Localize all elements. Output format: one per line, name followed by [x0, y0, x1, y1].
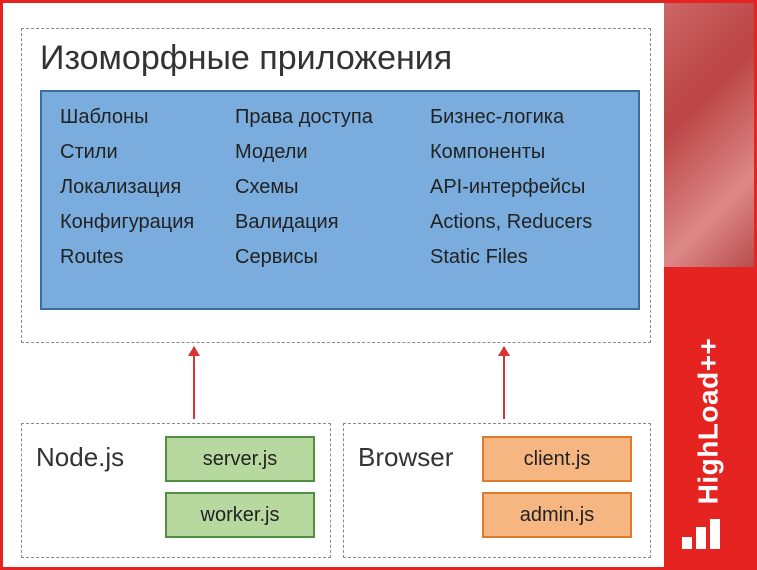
browser-files: client.js admin.js [482, 436, 632, 538]
brand-bars-icon [682, 519, 732, 549]
shared-code-panel: Шаблоны Права доступа Бизнес-логика Стил… [40, 90, 640, 310]
slide-frame: HighLoad++ Изоморфные приложения Шаблоны… [0, 0, 757, 570]
shared-item: Routes [60, 246, 235, 269]
shared-grid: Шаблоны Права доступа Бизнес-логика Стил… [60, 106, 620, 269]
browser-container: Browser client.js admin.js [343, 423, 651, 558]
shared-item: API-интерфейсы [430, 176, 620, 199]
shared-item: Стили [60, 141, 235, 164]
shared-item: Локализация [60, 176, 235, 199]
nodejs-title: Node.js [36, 442, 151, 473]
file-worker-js: worker.js [165, 492, 315, 538]
shared-item: Static Files [430, 246, 620, 269]
content-area: Изоморфные приложения Шаблоны Права дост… [13, 13, 658, 560]
shared-item: Схемы [235, 176, 430, 199]
arrow-browser-to-iso [503, 347, 505, 419]
shared-item: Компоненты [430, 141, 620, 164]
shared-item: Модели [235, 141, 430, 164]
arrow-node-to-iso [193, 347, 195, 419]
shared-item: Конфигурация [60, 211, 235, 234]
shared-item: Actions, Reducers [430, 211, 620, 234]
brand-logo-text: HighLoad++ [693, 338, 725, 505]
shared-item: Бизнес-логика [430, 106, 620, 129]
shared-item: Права доступа [235, 106, 430, 129]
file-server-js: server.js [165, 436, 315, 482]
nodejs-files: server.js worker.js [165, 436, 315, 538]
file-admin-js: admin.js [482, 492, 632, 538]
isomorphic-title: Изоморфные приложения [40, 39, 632, 78]
shared-item: Шаблоны [60, 106, 235, 129]
shared-item: Сервисы [235, 246, 430, 269]
isomorphic-container: Изоморфные приложения Шаблоны Права дост… [21, 28, 651, 343]
sidebar-brand-panel: HighLoad++ [664, 267, 754, 567]
shared-item: Валидация [235, 211, 430, 234]
file-client-js: client.js [482, 436, 632, 482]
nodejs-container: Node.js server.js worker.js [21, 423, 331, 558]
browser-title: Browser [358, 442, 468, 473]
